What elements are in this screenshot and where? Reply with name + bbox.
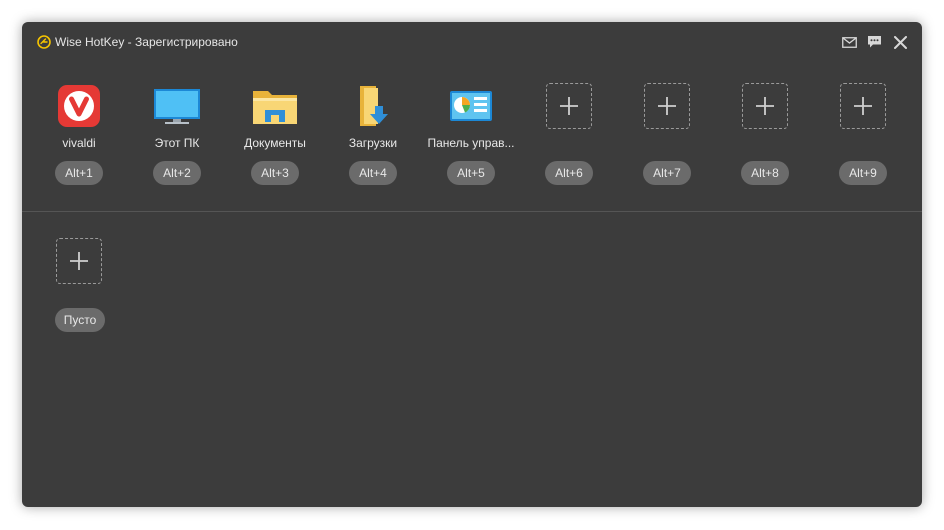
add-placeholder xyxy=(644,83,690,129)
downloads-folder-icon xyxy=(360,86,388,126)
section-divider xyxy=(22,211,922,212)
slot-2-button[interactable] xyxy=(153,82,201,130)
hotkey-badge[interactable]: Alt+8 xyxy=(741,161,789,185)
hotkey-badge[interactable]: Alt+7 xyxy=(643,161,691,185)
plus-icon xyxy=(70,252,88,270)
add-custom-slot-button[interactable] xyxy=(55,237,103,285)
hotkey-badge[interactable]: Alt+3 xyxy=(251,161,299,185)
hotkey-badge[interactable]: Alt+9 xyxy=(839,161,887,185)
slot-label: Загрузки xyxy=(348,136,398,150)
mail-icon xyxy=(841,36,857,48)
plus-icon xyxy=(756,97,774,115)
add-slot-7-button[interactable] xyxy=(643,82,691,130)
plus-icon xyxy=(854,97,872,115)
slot-3-button[interactable] xyxy=(251,82,299,130)
add-slot-6-button[interactable] xyxy=(545,82,593,130)
hotkey-badge[interactable]: Alt+1 xyxy=(55,161,103,185)
slot-4-button[interactable] xyxy=(349,82,397,130)
slot-5-button[interactable] xyxy=(447,82,495,130)
add-placeholder xyxy=(56,238,102,284)
control-panel-icon xyxy=(450,91,492,121)
add-placeholder xyxy=(840,83,886,129)
hotkey-badge[interactable]: Alt+5 xyxy=(447,161,495,185)
feedback-button[interactable] xyxy=(865,33,883,51)
folder-icon xyxy=(253,91,297,124)
plus-icon xyxy=(658,97,676,115)
add-slot-9-button[interactable] xyxy=(839,82,887,130)
slot-label: Этот ПК xyxy=(154,136,200,150)
hotkey-badge[interactable]: Alt+2 xyxy=(153,161,201,185)
slot-label: Документы xyxy=(244,136,306,150)
title-bar: Wise HotKey - Зарегистрировано xyxy=(22,22,922,62)
app-window: Wise HotKey - Зарегистрировано vivaldi A… xyxy=(22,22,922,507)
empty-hotkey-badge[interactable]: Пусто xyxy=(55,308,105,332)
app-logo-icon xyxy=(37,35,51,49)
vivaldi-icon xyxy=(58,85,100,127)
slot-label: vivaldi xyxy=(62,136,96,150)
add-slot-8-button[interactable] xyxy=(741,82,789,130)
close-button[interactable] xyxy=(891,33,909,51)
chat-icon xyxy=(867,36,881,48)
hotkey-badge[interactable]: Alt+6 xyxy=(545,161,593,185)
mail-button[interactable] xyxy=(840,33,858,51)
add-placeholder xyxy=(742,83,788,129)
slot-label: Панель управ... xyxy=(427,136,515,150)
hotkey-badge[interactable]: Alt+4 xyxy=(349,161,397,185)
window-title: Wise HotKey - Зарегистрировано xyxy=(55,35,238,49)
plus-icon xyxy=(560,97,578,115)
monitor-icon xyxy=(154,89,200,124)
close-icon xyxy=(893,35,907,49)
slot-1-button[interactable] xyxy=(55,82,103,130)
add-placeholder xyxy=(546,83,592,129)
